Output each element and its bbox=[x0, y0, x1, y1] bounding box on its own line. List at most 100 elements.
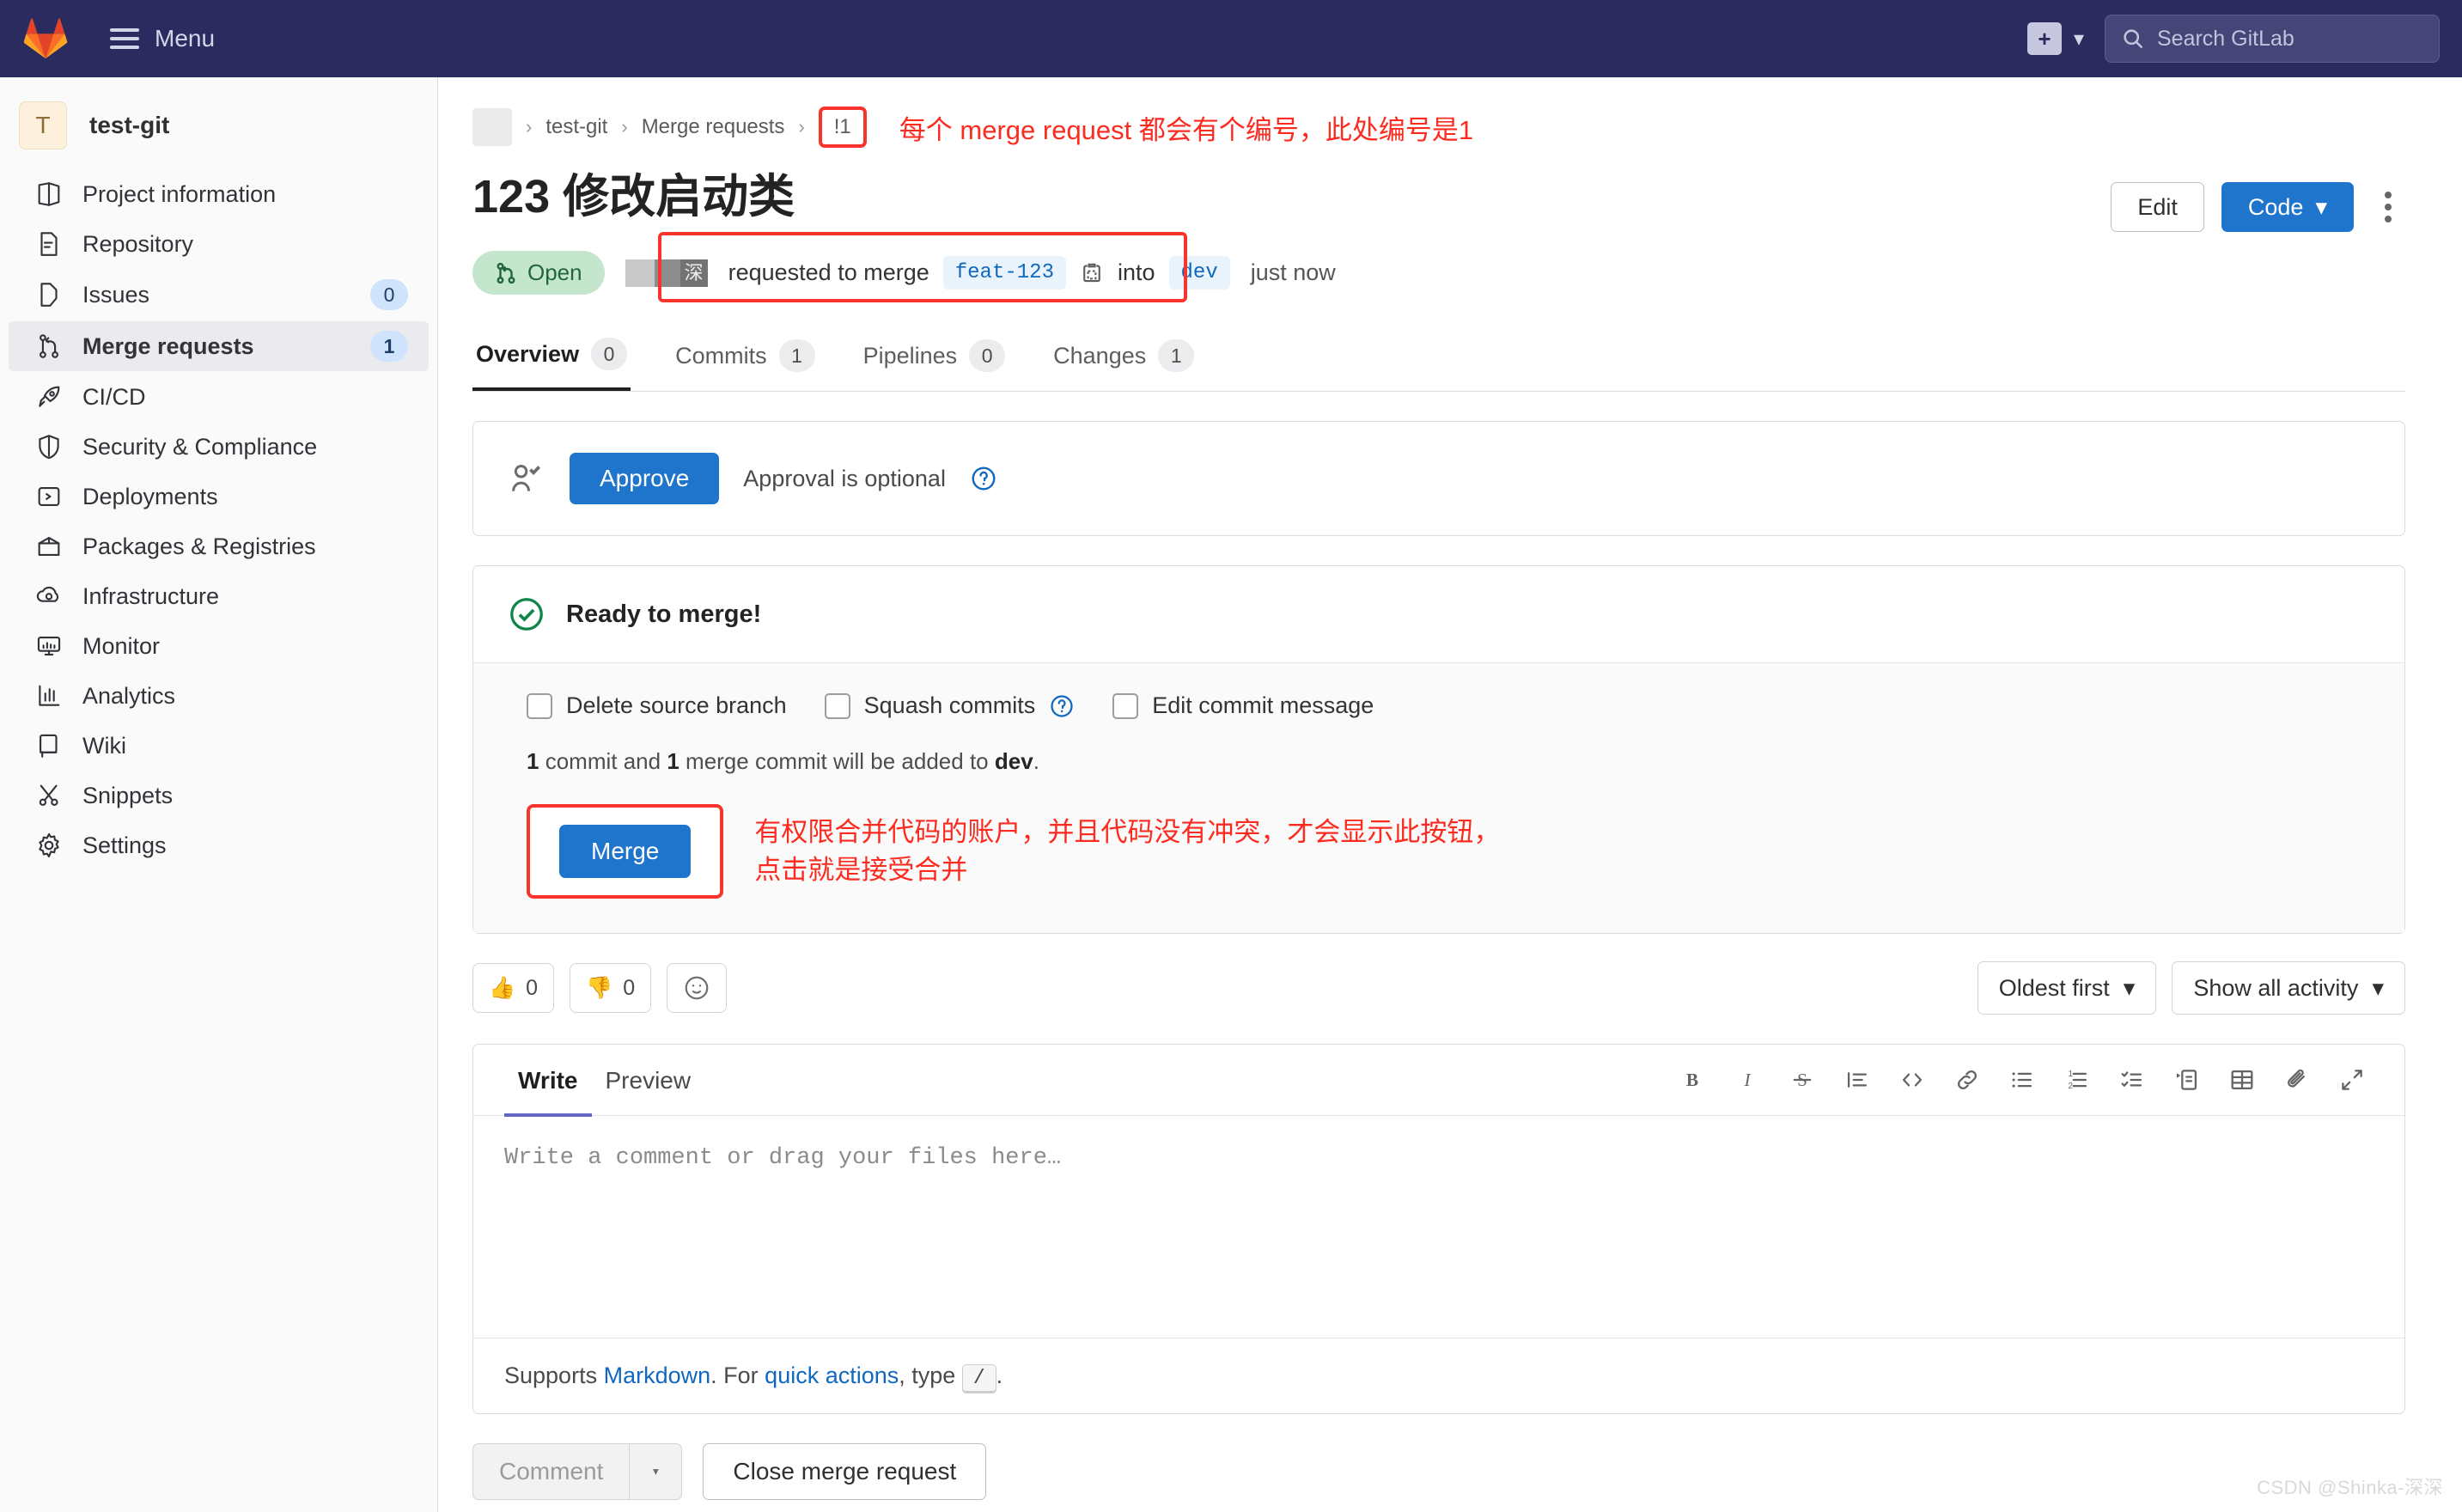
sidebar-item-infrastructure[interactable]: Infrastructure bbox=[9, 572, 429, 620]
sidebar-project-header[interactable]: T test-git bbox=[0, 89, 437, 168]
monitor-icon bbox=[34, 631, 64, 661]
main-menu-button[interactable]: Menu bbox=[105, 18, 220, 59]
tab-label: Overview bbox=[476, 340, 580, 367]
comment-button[interactable]: Comment bbox=[472, 1443, 630, 1500]
sidebar-item-analytics[interactable]: Analytics bbox=[9, 672, 429, 720]
checkbox-box[interactable] bbox=[527, 692, 552, 719]
question-circle-icon[interactable] bbox=[970, 465, 997, 492]
sidebar-item-repository[interactable]: Repository bbox=[9, 220, 429, 268]
approve-button[interactable]: Approve bbox=[570, 453, 720, 504]
approval-widget: Approve Approval is optional bbox=[472, 421, 2405, 536]
sidebar-item-packages-registries[interactable]: Packages & Registries bbox=[9, 522, 429, 570]
search-input[interactable]: Search GitLab bbox=[2105, 15, 2440, 63]
tab-label: Commits bbox=[675, 342, 767, 369]
sort-order-dropdown[interactable]: Oldest first ▾ bbox=[1977, 961, 2157, 1015]
tab-pipelines[interactable]: Pipelines 0 bbox=[860, 326, 1009, 391]
breadcrumb-project-link[interactable]: test-git bbox=[545, 115, 607, 139]
breadcrumb-mr-id[interactable]: !1 bbox=[834, 115, 851, 139]
tab-changes[interactable]: Changes 1 bbox=[1050, 326, 1197, 391]
gitlab-logo-icon[interactable] bbox=[22, 16, 69, 61]
chevron-down-icon[interactable]: ▾ bbox=[2070, 27, 2096, 52]
comment-options-dropdown[interactable]: ▾ bbox=[629, 1443, 683, 1500]
sidebar-item-project-information[interactable]: Project information bbox=[9, 170, 429, 218]
menu-label: Menu bbox=[155, 25, 216, 52]
sort-order-label: Oldest first bbox=[1998, 974, 2110, 1001]
tab-count: 0 bbox=[591, 338, 628, 370]
status-badge-label: Open bbox=[527, 259, 582, 285]
strikethrough-icon[interactable]: S bbox=[1788, 1065, 1817, 1094]
sidebar-item-label: Snippets bbox=[82, 782, 174, 808]
page-body: T test-git Project information Repository… bbox=[0, 77, 2462, 1512]
hamburger-icon bbox=[110, 28, 139, 49]
numbered-list-icon[interactable]: 12 bbox=[2063, 1065, 2092, 1094]
code-button[interactable]: Code ▾ bbox=[2221, 182, 2354, 232]
checkbox-box[interactable] bbox=[1112, 692, 1139, 719]
activity-filter-label: Show all activity bbox=[2193, 974, 2359, 1001]
new-item-button[interactable]: + bbox=[2026, 22, 2062, 55]
bulleted-list-icon[interactable] bbox=[2008, 1065, 2037, 1094]
thumbs-down-count: 0 bbox=[623, 975, 636, 1000]
quote-icon[interactable] bbox=[1843, 1065, 1872, 1094]
link-icon[interactable] bbox=[1953, 1065, 1982, 1094]
checkbox-edit-commit-message[interactable]: Edit commit message bbox=[1112, 692, 1374, 719]
thumbs-down-icon: 👎 bbox=[586, 975, 613, 1000]
activity-filter-dropdown[interactable]: Show all activity ▾ bbox=[2172, 961, 2405, 1015]
tab-commits[interactable]: Commits 1 bbox=[672, 326, 819, 391]
svg-text:B: B bbox=[1686, 1070, 1698, 1090]
checkbox-delete-source-branch[interactable]: Delete source branch bbox=[527, 692, 787, 719]
fullscreen-icon[interactable] bbox=[2337, 1065, 2367, 1094]
ellipsis-vertical-icon[interactable] bbox=[2371, 183, 2405, 231]
close-merge-request-button[interactable]: Close merge request bbox=[703, 1443, 987, 1500]
comment-textarea[interactable]: Write a comment or drag your files here… bbox=[473, 1116, 2404, 1338]
tab-label: Pipelines bbox=[862, 342, 958, 369]
ready-to-merge-row: Ready to merge! bbox=[473, 566, 2404, 662]
thumbs-up-button[interactable]: 👍 0 bbox=[472, 963, 555, 1013]
copy-icon[interactable] bbox=[1080, 261, 1104, 285]
commit-summary-period: . bbox=[1033, 748, 1039, 774]
tab-overview[interactable]: Overview 0 bbox=[472, 326, 631, 391]
sidebar-item-snippets[interactable]: Snippets bbox=[9, 771, 429, 820]
task-list-icon[interactable] bbox=[2118, 1065, 2147, 1094]
collapsible-section-icon[interactable] bbox=[2173, 1065, 2202, 1094]
sidebar-item-wiki[interactable]: Wiki bbox=[9, 722, 429, 770]
quick-actions-link[interactable]: quick actions bbox=[765, 1363, 899, 1388]
check-circle-icon bbox=[510, 598, 543, 631]
breadcrumb: › test-git › Merge requests › !1 每个 merg… bbox=[472, 77, 2405, 155]
thumbs-down-button[interactable]: 👎 0 bbox=[570, 963, 652, 1013]
sidebar-item-monitor[interactable]: Monitor bbox=[9, 622, 429, 670]
bold-icon[interactable]: B bbox=[1678, 1065, 1707, 1094]
sidebar-item-issues[interactable]: Issues 0 bbox=[9, 270, 429, 320]
table-icon[interactable] bbox=[2227, 1065, 2257, 1094]
italic-icon[interactable]: I bbox=[1733, 1065, 1762, 1094]
sidebar-item-label: Merge requests bbox=[82, 332, 254, 359]
svg-text:2: 2 bbox=[2069, 1082, 2074, 1091]
merge-button[interactable]: Merge bbox=[559, 825, 692, 878]
question-circle-icon[interactable] bbox=[1049, 693, 1075, 719]
tab-write[interactable]: Write bbox=[504, 1045, 592, 1117]
title-row: 123 修改启动类 Edit Code ▾ bbox=[472, 170, 2405, 232]
search-icon bbox=[2124, 29, 2143, 49]
sidebar-item-deployments[interactable]: Deployments bbox=[9, 472, 429, 521]
code-icon[interactable] bbox=[1898, 1065, 1927, 1094]
sidebar-item-security-compliance[interactable]: Security & Compliance bbox=[9, 423, 429, 471]
breadcrumb-section-link[interactable]: Merge requests bbox=[642, 115, 785, 139]
sidebar-item-settings[interactable]: Settings bbox=[9, 821, 429, 869]
attachment-icon[interactable] bbox=[2282, 1065, 2312, 1094]
code-button-label: Code bbox=[2247, 193, 2304, 220]
svg-text:I: I bbox=[1743, 1070, 1751, 1090]
title-actions: Edit Code ▾ bbox=[2111, 170, 2405, 232]
sidebar-item-ci-cd[interactable]: CI/CD bbox=[9, 373, 429, 421]
tab-preview[interactable]: Preview bbox=[592, 1045, 705, 1117]
checkbox-box[interactable] bbox=[824, 692, 850, 719]
markdown-link[interactable]: Markdown bbox=[604, 1363, 711, 1388]
checkbox-squash-commits[interactable]: Squash commits bbox=[824, 692, 1076, 719]
target-branch-tag[interactable]: dev bbox=[1168, 256, 1230, 290]
sidebar-item-label: Infrastructure bbox=[82, 582, 220, 609]
footer-end: . bbox=[996, 1363, 1003, 1388]
add-emoji-button[interactable] bbox=[667, 963, 728, 1013]
source-branch-tag[interactable]: feat-123 bbox=[942, 256, 1066, 290]
sidebar-item-merge-requests[interactable]: Merge requests 1 bbox=[9, 321, 429, 371]
checkbox-label: Edit commit message bbox=[1152, 692, 1374, 718]
commit-summary: 1 commit and 1 merge commit will be adde… bbox=[527, 748, 2370, 775]
edit-button[interactable]: Edit bbox=[2111, 182, 2204, 232]
